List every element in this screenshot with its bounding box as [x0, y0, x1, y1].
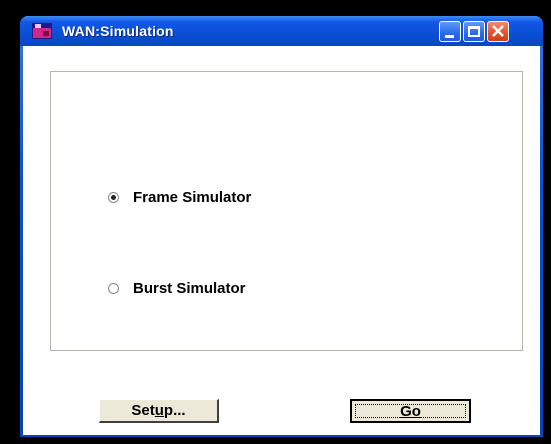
radio-checked-icon[interactable] — [108, 192, 119, 203]
close-icon — [492, 25, 504, 37]
close-button[interactable] — [487, 21, 509, 42]
simulator-group-box — [50, 71, 523, 351]
radio-unchecked-icon[interactable] — [108, 283, 119, 294]
maximize-button[interactable] — [463, 21, 485, 42]
window-title: WAN:Simulation — [62, 23, 174, 39]
minimize-icon — [445, 35, 454, 38]
frame-simulator-radio[interactable]: Frame Simulator — [108, 189, 251, 206]
maximize-icon — [468, 26, 480, 37]
focus-rectangle — [355, 404, 466, 418]
frame-simulator-label: Frame Simulator — [133, 189, 252, 206]
app-icon — [32, 23, 52, 39]
setup-label: Setup... — [131, 402, 186, 419]
go-button[interactable]: Go — [350, 399, 471, 423]
burst-simulator-radio[interactable]: Burst Simulator — [108, 280, 246, 297]
minimize-button[interactable] — [439, 21, 461, 42]
setup-button[interactable]: Setup... — [99, 399, 219, 423]
title-bar[interactable]: WAN:Simulation — [20, 16, 543, 46]
burst-simulator-label: Burst Simulator — [133, 280, 246, 297]
